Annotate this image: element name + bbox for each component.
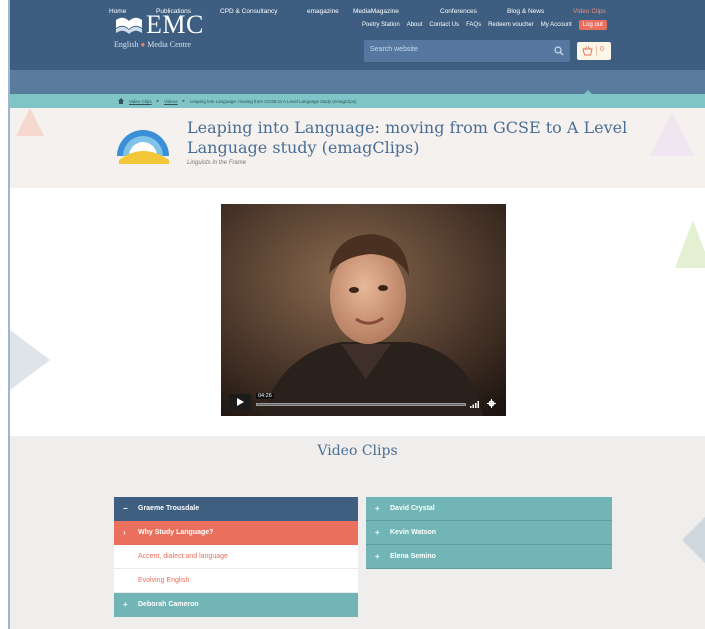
nav-cpd-consultancy[interactable]: CPD & Consultancy [220, 8, 277, 15]
gear-icon[interactable] [487, 399, 496, 408]
video-player[interactable] [221, 204, 506, 416]
video-timecode: 04:26 [256, 393, 274, 399]
decorative-triangle [10, 330, 50, 390]
logo-sub-english: English [114, 40, 139, 49]
book-icon [116, 17, 142, 34]
accordion-graeme-trousdale[interactable]: − Graeme Trousdale [114, 497, 358, 521]
nav-blog-news[interactable]: Blog & News [507, 8, 544, 15]
nav-video-clips[interactable]: Video Clips [573, 8, 606, 15]
link-faqs[interactable]: FAQs [466, 22, 481, 28]
basket-button[interactable]: 0 [577, 42, 611, 60]
clip-label: Accent, dialect and language [138, 553, 228, 560]
chevron-right-icon: › [123, 528, 126, 537]
clip-evolving-english[interactable]: Evolving English [114, 569, 358, 593]
breadcrumb-current: Leaping into Language: moving from GCSE … [189, 98, 357, 104]
plus-icon: + [375, 552, 380, 561]
nav-publications[interactable]: Publications [156, 8, 191, 15]
decorative-triangle [682, 510, 705, 570]
clips-heading: Video Clips [317, 443, 398, 459]
accordion-label: Graeme Trousdale [138, 505, 200, 512]
volume-icon[interactable] [470, 400, 480, 408]
link-poetry-station[interactable]: Poetry Station [362, 22, 400, 28]
nav-emagazine[interactable]: emagazine [307, 8, 339, 15]
accordion-kevin-watson[interactable]: + Kevin Watson [366, 521, 612, 545]
basket-icon [582, 46, 593, 56]
clip-label: Evolving English [138, 577, 190, 584]
main-nav [10, 70, 705, 94]
breadcrumb-separator-icon: ▸ [156, 98, 159, 103]
breadcrumb: Video Clips ▸ Videos ▸ Leaping into Lang… [118, 98, 357, 104]
accordion-label: Kevin Watson [390, 529, 437, 536]
clip-label: Why Study Language? [138, 529, 214, 536]
breadcrumb-separator-icon: ▸ [182, 98, 185, 103]
clip-accent-dialect-language[interactable]: Accent, dialect and language [114, 545, 358, 569]
logo-subtitle: English ● Media Centre [114, 40, 191, 49]
accordion-label: Elena Semino [390, 553, 436, 560]
link-my-account[interactable]: My Account [541, 22, 572, 28]
basket-divider [596, 46, 597, 56]
logo-sub-dot: ● [140, 40, 146, 49]
nav-conferences[interactable]: Conferences [440, 8, 477, 15]
accordion-david-crystal[interactable]: + David Crystal [366, 497, 612, 521]
link-redeem-voucher[interactable]: Redeem voucher [488, 22, 534, 28]
video-frame [221, 204, 506, 416]
clips-category-icon [117, 130, 169, 164]
decorative-triangle [16, 108, 44, 136]
play-button[interactable] [229, 394, 251, 410]
minus-icon: − [123, 504, 128, 513]
accordion-label: David Crystal [390, 505, 435, 512]
search-icon[interactable] [554, 46, 564, 56]
page-title: Leaping into Language: moving from GCSE … [187, 118, 628, 157]
emc-logo[interactable]: EMC English ● Media Centre [114, 12, 214, 60]
plus-icon: + [375, 528, 380, 537]
video-seek-bar[interactable] [256, 403, 466, 406]
link-about[interactable]: About [407, 22, 423, 28]
accordion-deborah-cameron[interactable]: + Deborah Cameron [114, 593, 358, 617]
breadcrumb-videos[interactable]: Videos [164, 99, 178, 104]
breadcrumb-video-clips[interactable]: Video Clips [129, 99, 152, 104]
play-icon [237, 398, 244, 406]
decorative-triangle [675, 220, 705, 268]
nav-mediamagazine[interactable]: MediaMagazine [353, 8, 399, 15]
search-input[interactable]: Search website [364, 40, 570, 62]
nav-home[interactable]: Home [109, 8, 126, 15]
utility-links: Poetry Station About Contact Us FAQs Red… [362, 20, 607, 30]
accordion-elena-semino[interactable]: + Elena Semino [366, 545, 612, 569]
breadcrumb-bar: Video Clips ▸ Videos ▸ Leaping into Lang… [10, 94, 705, 108]
page-subtitle: Linguists in the Frame [187, 160, 247, 166]
logout-button[interactable]: Log out [578, 20, 607, 30]
plus-icon: + [375, 504, 380, 513]
link-contact-us[interactable]: Contact Us [429, 22, 459, 28]
basket-count: 0 [600, 46, 604, 53]
plus-icon: + [123, 600, 128, 609]
logo-wordmark: EMC [146, 10, 204, 39]
accordion-label: Deborah Cameron [138, 601, 199, 608]
logo-sub-media-centre: Media Centre [147, 40, 192, 49]
page: EMC English ● Media Centre Poetry Statio… [10, 0, 705, 629]
clip-why-study-language[interactable]: › Why Study Language? [114, 521, 358, 545]
search-placeholder: Search website [370, 46, 418, 53]
home-icon[interactable] [118, 98, 124, 104]
